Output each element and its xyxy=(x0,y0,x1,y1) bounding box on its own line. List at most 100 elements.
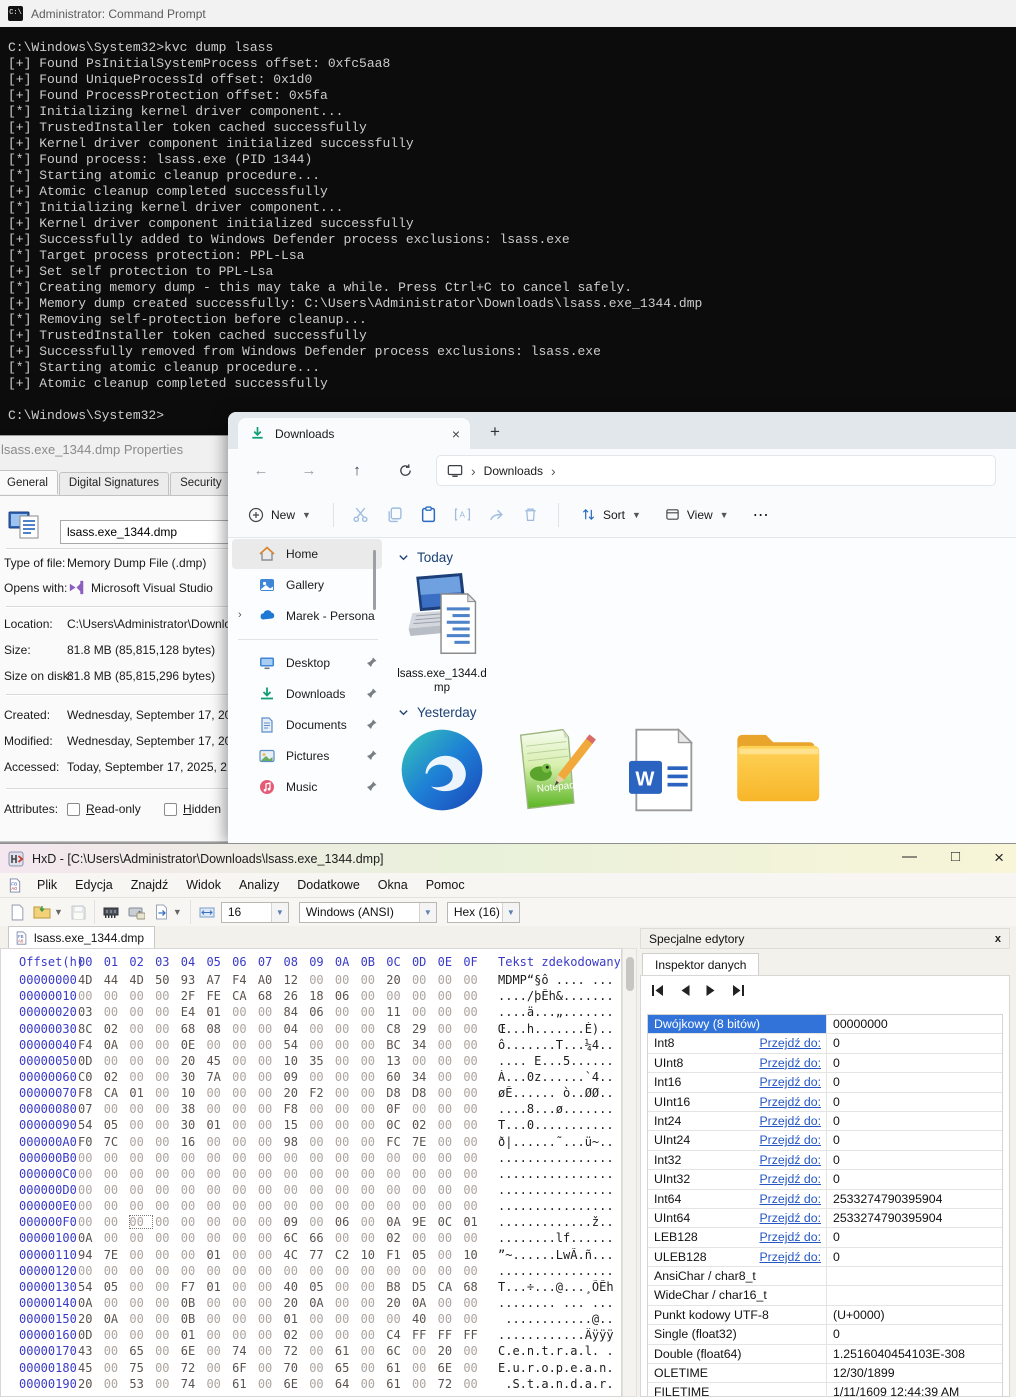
hex-row[interactable]: 000001600D0000000100000002000000C4FFFFFF… xyxy=(1,1328,621,1344)
hex-bytes[interactable]: 0700000038000000F80000000F000000 xyxy=(78,1102,489,1116)
file-word-document[interactable]: W xyxy=(606,726,718,814)
hex-decoded-text[interactable]: .............ž.. xyxy=(498,1215,620,1229)
inspector-row-uint32[interactable]: UInt32Przejdź do:0 xyxy=(648,1170,1002,1189)
hex-row[interactable]: 00000110947E0000000100004C77C210F1050010… xyxy=(1,1248,621,1264)
first-byte-icon[interactable] xyxy=(651,984,665,997)
paste-icon[interactable] xyxy=(412,506,446,523)
hex-bytes[interactable]: 0A000000000000006C66000002000000 xyxy=(78,1231,489,1245)
hex-bytes[interactable]: 430065006E007400720061006C002000 xyxy=(78,1344,489,1358)
goto-link[interactable]: Przejdź do: xyxy=(759,1075,821,1089)
goto-link[interactable]: Przejdź do: xyxy=(759,1056,821,1070)
chevron-right-icon[interactable]: › xyxy=(238,609,242,621)
hxd-titlebar[interactable]: HxD - [C:\Users\Administrator\Downloads\… xyxy=(0,844,1016,873)
inspector-row-uleb128[interactable]: ULEB128Przejdź do:0 xyxy=(648,1248,1002,1267)
inspector-row-dw-jkowy-8-bit-w-[interactable]: Dwójkowy (8 bitów)00000000 xyxy=(648,1015,1002,1034)
hex-decoded-text[interactable]: ................ xyxy=(498,1167,620,1181)
hex-decoded-text[interactable]: ................ xyxy=(498,1264,620,1278)
sidebar-item-home[interactable]: Home xyxy=(232,539,382,569)
goto-link[interactable]: Przejdź do: xyxy=(759,1095,821,1109)
hex-bytes[interactable]: 00000000000000000000000000000000 xyxy=(78,1264,489,1278)
hex-decoded-text[interactable]: ................ xyxy=(498,1199,620,1213)
hex-decoded-text[interactable]: ....ä...„....... xyxy=(498,1005,620,1019)
properties-tab-security[interactable]: Security xyxy=(170,472,232,496)
view-button[interactable]: View▼ xyxy=(653,507,741,522)
hex-decoded-text[interactable]: Œ...h.......È).. xyxy=(498,1022,620,1036)
hex-bytes[interactable]: 00000000000000000000000000000000 xyxy=(78,1183,489,1197)
hex-row[interactable]: 00000070F8CA01001000000020F20000D8D80000… xyxy=(1,1086,621,1102)
sidebar-item-music[interactable]: Music xyxy=(232,772,382,802)
open-ram-icon[interactable] xyxy=(103,905,119,920)
hex-scrollbar[interactable] xyxy=(622,948,637,1397)
tab-close-icon[interactable]: × xyxy=(452,426,460,442)
hex-bytes[interactable]: 0D0000000100000002000000C4FFFFFF xyxy=(78,1328,489,1342)
address-box[interactable]: › Downloads › xyxy=(436,455,996,486)
special-editors-header[interactable]: Specjalne edytory x xyxy=(640,928,1010,949)
sidebar-item-desktop[interactable]: Desktop xyxy=(232,648,382,678)
back-button[interactable]: ← xyxy=(246,462,276,479)
inspector-row-int8[interactable]: Int8Przejdź do:0 xyxy=(648,1034,1002,1053)
hex-decoded-text[interactable]: ............Äÿÿÿ xyxy=(498,1328,620,1342)
goto-link[interactable]: Przejdź do: xyxy=(759,1192,821,1206)
inspector-row-int24[interactable]: Int24Przejdź do:0 xyxy=(648,1112,1002,1131)
sidebar-item-gallery[interactable]: Gallery xyxy=(232,570,382,600)
inspector-row-punkt-kodowy-utf-8[interactable]: Punkt kodowy UTF-8 (U+0000) xyxy=(648,1306,1002,1325)
hex-bytes[interactable]: 00000000000000000000000000000000 xyxy=(78,1167,489,1181)
hex-row[interactable]: 00000040F40A00000E00000054000000BC340000… xyxy=(1,1038,621,1054)
hex-row[interactable]: 000000D000000000000000000000000000000000… xyxy=(1,1183,621,1199)
hex-row[interactable]: 0000013054050000F701000040050000B8D5CA68… xyxy=(1,1280,621,1296)
up-button[interactable]: ↑ xyxy=(342,462,372,479)
hex-bytes[interactable]: F8CA01001000000020F20000D8D80000 xyxy=(78,1086,489,1100)
hex-row[interactable]: 000000E000000000000000000000000000000000… xyxy=(1,1199,621,1215)
more-options-button[interactable]: ⋯ xyxy=(741,505,781,525)
sidebar-scrollbar[interactable] xyxy=(373,550,376,610)
menu-dodatkowe[interactable]: Dodatkowe xyxy=(288,878,369,892)
close-icon[interactable]: × xyxy=(994,848,1004,868)
new-file-icon[interactable] xyxy=(10,904,25,921)
sidebar-item-marek-persona[interactable]: ›Marek - Persona xyxy=(232,601,382,631)
offset-base-select[interactable]: Hex (16)▼ xyxy=(447,902,520,923)
goto-link[interactable]: Przejdź do: xyxy=(759,1153,821,1167)
hex-row[interactable]: 00000010000000002FFECA682618060000000000… xyxy=(1,989,621,1005)
hex-row[interactable]: 00000170430065006E007400720061006C002000… xyxy=(1,1344,621,1360)
hidden-checkbox[interactable]: Hidden xyxy=(164,802,221,816)
group-header-today[interactable]: Today xyxy=(398,550,1016,565)
inspector-row-leb128[interactable]: LEB128Przejdź do:0 xyxy=(648,1228,1002,1247)
delete-icon[interactable] xyxy=(514,506,548,523)
hex-row[interactable]: 000000308C0200006808000004000000C8290000… xyxy=(1,1022,621,1038)
hex-row[interactable]: 00000150200A00000B0000000100000000400000… xyxy=(1,1312,621,1328)
hex-bytes[interactable]: 4500750072006F007000650061006E00 xyxy=(78,1361,489,1375)
hex-decoded-text[interactable]: ..../þÊh&....... xyxy=(498,989,620,1003)
cut-icon[interactable] xyxy=(344,506,378,523)
hex-decoded-text[interactable]: ................ xyxy=(498,1183,620,1197)
goto-link[interactable]: Przejdź do: xyxy=(759,1211,821,1225)
inspector-row-uint64[interactable]: UInt64Przejdź do:2533274790395904 xyxy=(648,1209,1002,1228)
new-button[interactable]: New▼ xyxy=(236,507,323,523)
hex-decoded-text[interactable]: ................ xyxy=(498,1151,620,1165)
file-lsass-dmp[interactable]: lsass.exe_1344.d mp xyxy=(390,569,494,695)
encoding-select[interactable]: Windows (ANSI)▼ xyxy=(299,902,437,923)
hex-row[interactable]: 000000A0F07C00001600000098000000FC7E0000… xyxy=(1,1135,621,1151)
forward-button[interactable]: → xyxy=(294,462,324,479)
cmd-titlebar[interactable]: C:\ Administrator: Command Prompt xyxy=(0,0,1016,27)
share-icon[interactable] xyxy=(480,506,514,523)
cmd-output[interactable]: C:\Windows\System32>kvc dump lsass[+] Fo… xyxy=(0,27,1016,435)
hxd-doc-tab[interactable]: FBA0 lsass.exe_1344.dmp xyxy=(8,926,155,948)
hex-bytes[interactable]: 5405000030010000150000000C020000 xyxy=(78,1118,489,1132)
file-folder[interactable] xyxy=(718,726,834,814)
menu-pomoc[interactable]: Pomoc xyxy=(417,878,474,892)
inspector-row-filetime[interactable]: FILETIME1/11/1609 12:44:39 AM xyxy=(648,1383,1002,1397)
inspector-row-int64[interactable]: Int64Przejdź do:2533274790395904 xyxy=(648,1190,1002,1209)
menu-plik[interactable]: Plik xyxy=(28,878,66,892)
explorer-tab-downloads[interactable]: Downloads × xyxy=(238,418,470,449)
hex-row[interactable]: 000001400A0000000B000000200A0000200A0000… xyxy=(1,1296,621,1312)
hex-row[interactable]: 000000905405000030010000150000000C020000… xyxy=(1,1118,621,1134)
hex-bytes[interactable]: C0020000307A00000900000060340000 xyxy=(78,1070,489,1084)
menu-znajdź[interactable]: Znajdź xyxy=(122,878,178,892)
inspector-row-widechar-char16-t[interactable]: WideChar / char16_t xyxy=(648,1286,1002,1305)
hex-decoded-text[interactable]: ........lf...... xyxy=(498,1231,620,1245)
rename-icon[interactable]: A xyxy=(446,506,480,523)
hex-bytes[interactable]: 20005300740061006E00640061007200 xyxy=(78,1377,489,1391)
group-header-yesterday[interactable]: Yesterday xyxy=(398,705,1016,720)
sidebar-item-downloads[interactable]: Downloads xyxy=(232,679,382,709)
hex-row[interactable]: 0000019020005300740061006E00640061007200… xyxy=(1,1377,621,1393)
